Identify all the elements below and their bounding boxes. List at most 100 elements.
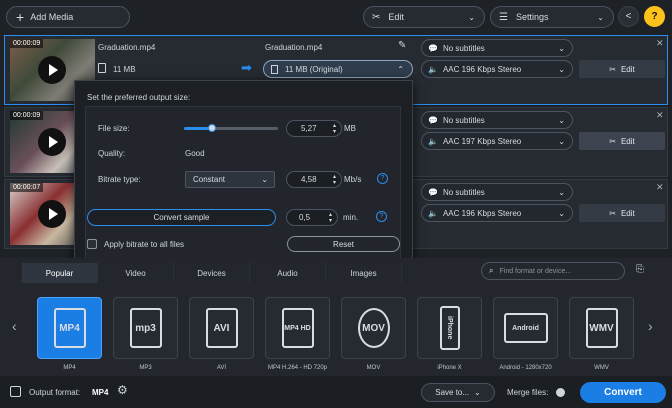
subtitles-label: No subtitles <box>442 43 485 53</box>
apply-all-checkbox[interactable] <box>87 239 97 249</box>
chevron-left-icon[interactable]: ‹ <box>12 318 17 334</box>
scissors-icon: ✂ <box>372 11 381 23</box>
format-tile-avi[interactable]: AVI <box>189 297 254 359</box>
share-button[interactable]: < <box>618 6 639 27</box>
file-icon <box>271 64 278 74</box>
scissors-icon: ✂ <box>609 136 616 146</box>
file-size-spinner[interactable]: 5,27 ▴ ▾ <box>286 120 342 137</box>
slider-handle[interactable] <box>208 124 217 132</box>
tab-devices[interactable]: Devices <box>174 263 250 283</box>
format-search[interactable]: ⌕ Find format or device... <box>481 262 625 280</box>
speaker-icon: 🔈 <box>428 136 438 146</box>
chevron-right-icon[interactable]: › <box>648 318 653 334</box>
spinner-arrows-icon[interactable]: ▴ ▾ <box>333 123 336 135</box>
bitrate-unit: Mb/s <box>344 175 362 184</box>
close-icon[interactable]: ✕ <box>656 110 664 121</box>
tab-audio[interactable]: Audio <box>250 263 326 283</box>
audio-dropdown[interactable]: 🔈 AAC 196 Kbps Stereo ⌄ <box>421 204 573 222</box>
reset-button[interactable]: Reset <box>287 236 400 252</box>
info-icon[interactable]: ? <box>377 173 388 184</box>
output-size-label: 11 MB (Original) <box>285 64 343 74</box>
edit-file-button[interactable]: ✂ Edit <box>579 204 665 222</box>
format-tile-wmv[interactable]: WMV <box>569 297 634 359</box>
subtitles-dropdown[interactable]: 💬 No subtitles ⌄ <box>421 183 573 201</box>
merge-files-label: Merge files: <box>507 388 549 397</box>
format-icon: mp3 <box>129 308 162 348</box>
subtitles-icon: 💬 <box>428 115 438 125</box>
convert-label: Convert <box>604 387 642 398</box>
bitrate-value: 4,58 <box>301 175 317 184</box>
gear-icon[interactable]: ⚙ <box>117 383 128 397</box>
format-icon: MOV <box>357 308 390 348</box>
file-size-slider[interactable] <box>184 124 278 132</box>
subtitles-dropdown[interactable]: 💬 No subtitles ⌄ <box>421 39 573 57</box>
close-icon[interactable]: ✕ <box>656 182 664 193</box>
audio-dropdown[interactable]: 🔈 AAC 196 Kbps Stereo ⌄ <box>421 60 573 78</box>
bitrate-type-label: Bitrate type: <box>98 175 141 184</box>
format-tile-mp4[interactable]: MP4 <box>37 297 102 359</box>
format-label: MOV <box>366 365 381 371</box>
tab-video[interactable]: Video <box>98 263 174 283</box>
spinner-arrows-icon[interactable]: ▴ ▾ <box>329 212 332 224</box>
settings-button[interactable]: ☰ Settings ⌄ <box>490 6 614 28</box>
duration-badge: 00:00:09 <box>10 39 44 48</box>
sample-length-value: 0,5 <box>299 213 311 222</box>
edit-file-button[interactable]: ✂ Edit <box>579 132 665 150</box>
edit-file-button[interactable]: ✂ Edit <box>579 60 665 78</box>
edit-label: Edit <box>388 12 404 22</box>
arrow-right-icon: ➡ <box>241 60 252 75</box>
share-icon: < <box>625 11 632 22</box>
rename-icon[interactable]: ✎ <box>398 40 406 51</box>
format-tile-mp4-h-264-hd-720p[interactable]: MP4 HD <box>265 297 330 359</box>
format-tile-android-1280x720[interactable]: Android <box>493 297 558 359</box>
output-size-dropdown[interactable]: 11 MB (Original) ⌃ <box>263 60 413 78</box>
tab-images[interactable]: Images <box>326 263 402 283</box>
tab-popular[interactable]: Popular <box>22 263 98 283</box>
help-button[interactable]: ? <box>644 6 665 27</box>
format-label: MP4 <box>63 365 76 371</box>
sample-length-unit: min. <box>343 213 359 222</box>
close-icon[interactable]: ✕ <box>656 38 664 49</box>
merge-files-toggle[interactable] <box>556 388 565 397</box>
edit-label: Edit <box>620 208 635 218</box>
format-icon: WMV <box>585 308 618 348</box>
spinner-arrows-icon[interactable]: ▴ ▾ <box>333 174 336 186</box>
format-tile-iphone-x[interactable]: iPhone <box>417 297 482 359</box>
bitrate-type-dropdown[interactable]: Constant ⌄ <box>185 171 275 188</box>
add-media-button[interactable]: + Add Media <box>6 6 130 28</box>
duration-badge: 00:00:07 <box>10 183 44 192</box>
save-preset-icon[interactable]: ⎘ <box>636 264 644 275</box>
scissors-icon: ✂ <box>609 64 616 74</box>
duration-badge: 00:00:09 <box>10 111 44 120</box>
sample-length-spinner[interactable]: 0,5 ▴ ▾ <box>286 209 338 226</box>
subtitles-dropdown[interactable]: 💬 No subtitles ⌄ <box>421 111 573 129</box>
edit-label: Edit <box>620 64 635 74</box>
scissors-icon: ✂ <box>609 208 616 218</box>
chevron-down-icon: ⌄ <box>597 12 604 22</box>
audio-label: AAC 196 Kbps Stereo <box>442 208 522 218</box>
play-icon[interactable] <box>38 56 66 84</box>
info-icon[interactable]: ? <box>376 211 387 222</box>
format-tile-mp3[interactable]: mp3 <box>113 297 178 359</box>
format-label: Android - 1280x720 <box>499 365 552 371</box>
file-size-label: File size: <box>98 124 130 133</box>
format-label: iPhone X <box>437 365 462 371</box>
audio-label: AAC 196 Kbps Stereo <box>442 64 522 74</box>
search-placeholder: Find format or device... <box>499 267 572 275</box>
format-tile-mov[interactable]: MOV <box>341 297 406 359</box>
chevron-down-icon: ⌄ <box>261 175 268 184</box>
file-size: 11 MB <box>113 65 136 74</box>
format-icon: Android <box>503 313 548 343</box>
subtitles-icon: 💬 <box>428 187 438 197</box>
audio-dropdown[interactable]: 🔈 AAC 197 Kbps Stereo ⌄ <box>421 132 573 150</box>
convert-sample-button[interactable]: Convert sample <box>87 209 276 226</box>
play-icon[interactable] <box>38 128 66 156</box>
bitrate-spinner[interactable]: 4,58 ▴ ▾ <box>286 171 342 188</box>
plus-icon: + <box>16 9 25 25</box>
play-icon[interactable] <box>38 200 66 228</box>
help-icon: ? <box>651 11 658 22</box>
format-icon: MP4 <box>53 308 86 348</box>
edit-button[interactable]: ✂ Edit ⌄ <box>363 6 485 28</box>
save-to-button[interactable]: Save to... ⌄ <box>421 383 495 402</box>
convert-button[interactable]: Convert <box>580 382 666 403</box>
